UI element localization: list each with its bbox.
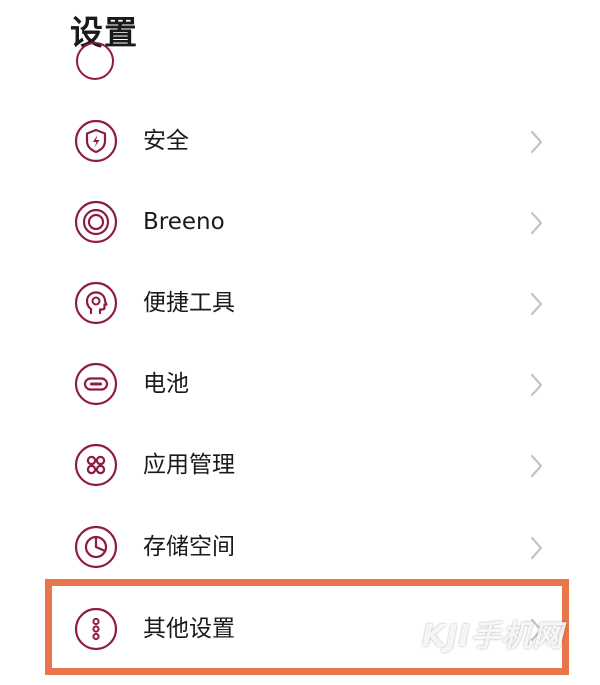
shield-bolt-icon xyxy=(74,119,118,163)
chevron-right-icon xyxy=(530,292,543,316)
chevron-right-icon xyxy=(530,536,543,560)
app-grid-icon xyxy=(74,443,118,487)
settings-item-security[interactable]: 安全 xyxy=(0,102,600,182)
chevron-right-icon xyxy=(530,373,543,397)
settings-item-label: 其他设置 xyxy=(143,616,235,642)
settings-item-label: 存储空间 xyxy=(143,534,235,560)
storage-pie-icon xyxy=(74,525,118,569)
settings-item-label: Breeno xyxy=(143,209,225,235)
settings-item-storage[interactable]: 存储空间 xyxy=(0,508,600,588)
settings-item-app-management[interactable]: 应用管理 xyxy=(0,426,600,506)
more-dots-icon xyxy=(74,607,118,651)
settings-item-label: 安全 xyxy=(143,128,189,154)
settings-item-breeno[interactable]: Breeno xyxy=(0,183,600,263)
watermark: KJI手机网 xyxy=(422,619,564,654)
battery-icon xyxy=(74,362,118,406)
settings-list: 安全 Breeno 便捷工具 电池 应用管理 存储空间 其他设置 xyxy=(0,0,600,685)
settings-item-convenience-tools[interactable]: 便捷工具 xyxy=(0,264,600,344)
settings-item-label: 应用管理 xyxy=(143,452,235,478)
head-gear-icon xyxy=(74,281,118,325)
chevron-right-icon xyxy=(530,211,543,235)
breeno-rings-icon xyxy=(74,200,118,244)
settings-item-battery[interactable]: 电池 xyxy=(0,345,600,425)
settings-item-label: 电池 xyxy=(143,371,189,397)
settings-item-label: 便捷工具 xyxy=(143,290,235,316)
chevron-right-icon xyxy=(530,130,543,154)
chevron-right-icon xyxy=(530,454,543,478)
